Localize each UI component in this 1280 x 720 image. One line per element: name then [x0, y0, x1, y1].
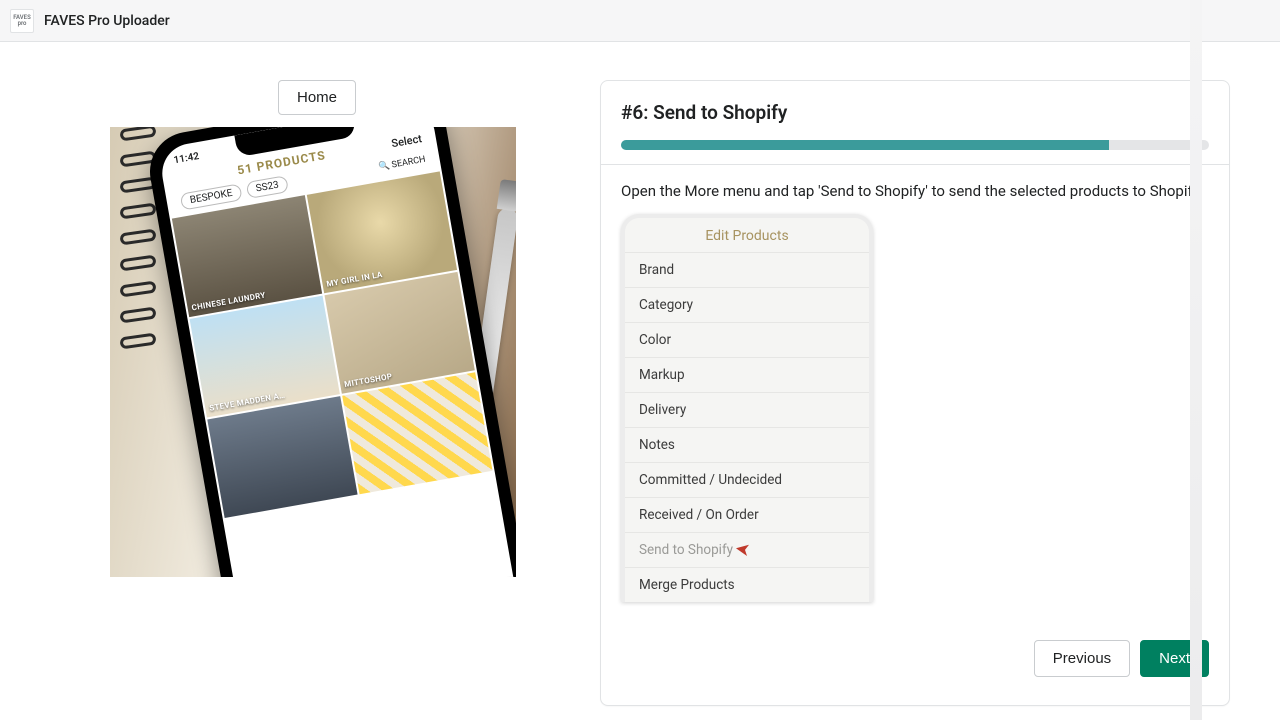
menu-item-color: Color	[625, 322, 869, 357]
phone-device: 11:42 📶 🔋 51 PRODUCTS Select BESPOKE SS2…	[144, 127, 516, 577]
step-description: Open the More menu and tap 'Send to Shop…	[621, 181, 1209, 202]
phone-tabbar: 👔Products 📷 📊Budget ♡	[241, 576, 516, 577]
phone-time: 11:42	[173, 151, 200, 166]
menu-panel: Edit Products Brand Category Color Marku…	[625, 218, 869, 602]
select-link: Select	[390, 132, 422, 150]
step-card: #6: Send to Shopify Open the More menu a…	[600, 80, 1230, 706]
main-layout: Home 11:42 📶 🔋 51 PRODUCTS Select	[0, 42, 1280, 720]
menu-item-delivery: Delivery	[625, 392, 869, 427]
card-body: Open the More menu and tap 'Send to Shop…	[601, 165, 1229, 622]
menu-item-received: Received / On Order	[625, 497, 869, 532]
pointer-arrow-icon: ➤	[733, 538, 752, 561]
menu-item-notes: Notes	[625, 427, 869, 462]
menu-item-category: Category	[625, 287, 869, 322]
progress-bar	[621, 140, 1209, 150]
menu-screenshot: Edit Products Brand Category Color Marku…	[621, 214, 873, 602]
product-grid: CHINESE LAUNDRY MY GIRL IN LA STEVE MADD…	[170, 171, 495, 518]
scrollbar-hint	[1190, 0, 1202, 720]
card-footer: Previous Next	[601, 622, 1229, 705]
progress-fill	[621, 140, 1109, 150]
app-logo: FAVES pro	[10, 9, 34, 33]
card-header: #6: Send to Shopify	[601, 81, 1229, 164]
topbar: FAVES pro FAVES Pro Uploader	[0, 0, 1280, 42]
left-column: Home 11:42 📶 🔋 51 PRODUCTS Select	[0, 80, 600, 720]
right-column: #6: Send to Shopify Open the More menu a…	[600, 80, 1280, 720]
menu-item-brand: Brand	[625, 252, 869, 287]
app-title: FAVES Pro Uploader	[44, 13, 170, 29]
menu-item-committed: Committed / Undecided	[625, 462, 869, 497]
product-tile	[342, 372, 492, 494]
menu-item-merge: Merge Products	[625, 567, 869, 602]
step-title: #6: Send to Shopify	[621, 101, 1209, 124]
phone-screen: 11:42 📶 🔋 51 PRODUCTS Select BESPOKE SS2…	[158, 127, 516, 577]
previous-button[interactable]: Previous	[1034, 640, 1130, 677]
hero-mockup: 11:42 📶 🔋 51 PRODUCTS Select BESPOKE SS2…	[110, 127, 516, 577]
product-tile	[207, 396, 357, 518]
menu-item-send-to-shopify: Send to Shopify ➤	[625, 532, 869, 567]
menu-item-markup: Markup	[625, 357, 869, 392]
home-button[interactable]: Home	[278, 80, 356, 115]
menu-title: Edit Products	[625, 218, 869, 252]
